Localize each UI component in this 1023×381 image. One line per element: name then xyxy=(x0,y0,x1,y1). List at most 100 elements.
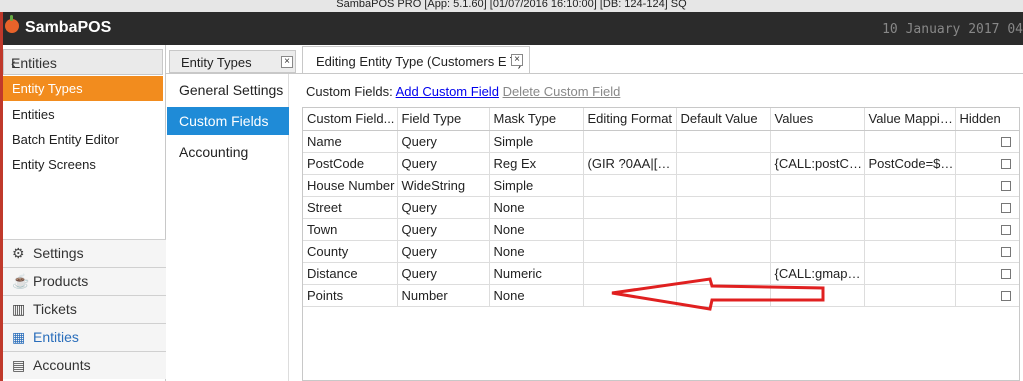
menu-item-batch-entity-editor[interactable]: Batch Entity Editor xyxy=(3,127,163,152)
grid-cell[interactable]: Number xyxy=(397,284,490,307)
grid-cell[interactable]: {CALL:gmaps.... xyxy=(770,262,865,285)
nav-entities[interactable]: ▦ Entities xyxy=(3,323,166,351)
grid-cell[interactable] xyxy=(583,262,677,285)
grid-cell[interactable]: Town xyxy=(303,218,398,241)
grid-cell[interactable] xyxy=(864,262,956,285)
column-header[interactable]: Mask Type xyxy=(489,108,584,131)
hidden-checkbox[interactable] xyxy=(1000,247,1011,258)
close-tab-editing-icon[interactable]: × xyxy=(511,54,523,66)
nav-tickets[interactable]: ▥ Tickets xyxy=(3,295,166,323)
hidden-checkbox[interactable] xyxy=(1000,181,1011,192)
grid-cell[interactable]: Query xyxy=(397,218,490,241)
table-row[interactable]: Street Query None xyxy=(303,196,1019,219)
grid-cell[interactable] xyxy=(864,284,956,307)
grid-cell[interactable] xyxy=(676,152,771,175)
grid-cell[interactable] xyxy=(583,196,677,219)
table-row[interactable]: Points Number None xyxy=(303,284,1019,307)
menu-item-entity-screens[interactable]: Entity Screens xyxy=(3,152,163,177)
grid-cell[interactable]: None xyxy=(489,284,584,307)
submenu-accounting[interactable]: Accounting xyxy=(167,138,289,166)
grid-cell[interactable] xyxy=(676,284,771,307)
grid-cell[interactable] xyxy=(583,218,677,241)
grid-cell[interactable]: Query xyxy=(397,196,490,219)
collapse-icon[interactable]: ‹ xyxy=(11,55,154,71)
grid-cell[interactable]: WideString xyxy=(397,174,490,197)
column-header[interactable]: Field Type xyxy=(397,108,490,131)
grid-cell[interactable] xyxy=(583,174,677,197)
table-row[interactable]: County Query None xyxy=(303,240,1019,263)
grid-cell[interactable] xyxy=(676,174,771,197)
grid-cell[interactable]: House Number xyxy=(303,174,398,197)
grid-cell[interactable] xyxy=(770,196,865,219)
grid-cell[interactable] xyxy=(583,130,677,153)
grid-cell[interactable] xyxy=(676,130,771,153)
column-header[interactable]: Value Mappin... xyxy=(864,108,956,131)
nav-accounts[interactable]: ▤ Accounts xyxy=(3,351,166,379)
grid-cell[interactable]: Name xyxy=(303,130,398,153)
grid-cell[interactable]: None xyxy=(489,196,584,219)
grid-cell[interactable]: (GIR ?0AA|[A-... xyxy=(583,152,677,175)
hidden-checkbox[interactable] xyxy=(1000,269,1011,280)
submenu-custom-fields[interactable]: Custom Fields xyxy=(167,107,289,135)
grid-cell[interactable]: Numeric xyxy=(489,262,584,285)
grid-cell[interactable] xyxy=(676,262,771,285)
table-row[interactable]: House Number WideString Simple xyxy=(303,174,1019,197)
tab-editing-entity-type[interactable]: Editing Entity Type (Customers E T) × xyxy=(302,46,530,74)
grid-cell[interactable] xyxy=(583,240,677,263)
grid-cell[interactable] xyxy=(676,196,771,219)
hidden-checkbox[interactable] xyxy=(1000,159,1011,170)
nav-settings[interactable]: ⚙ Settings xyxy=(3,239,166,267)
grid-cell[interactable] xyxy=(770,284,865,307)
menu-item-entity-types[interactable]: Entity Types xyxy=(3,76,163,101)
submenu-general-settings[interactable]: General Settings xyxy=(167,76,289,104)
grid-cell[interactable]: PostCode xyxy=(303,152,398,175)
column-header[interactable]: Default Value xyxy=(676,108,771,131)
grid-cell[interactable] xyxy=(676,218,771,241)
tab-entity-types[interactable]: Entity Types × xyxy=(169,50,296,73)
column-header[interactable]: Editing Format xyxy=(583,108,677,131)
nav-products[interactable]: ☕ Products xyxy=(3,267,166,295)
grid-cell[interactable] xyxy=(864,218,956,241)
menu-item-entities[interactable]: Entities xyxy=(3,102,163,127)
grid-cell[interactable]: Distance xyxy=(303,262,398,285)
delete-custom-field-link[interactable]: Delete Custom Field xyxy=(503,84,621,99)
grid-cell[interactable]: Query xyxy=(397,130,490,153)
column-header[interactable]: Values xyxy=(770,108,865,131)
column-header[interactable]: Hidden xyxy=(955,108,1019,131)
table-row[interactable]: Name Query Simple xyxy=(303,130,1019,153)
grid-cell[interactable]: PostCode=$1... xyxy=(864,152,956,175)
grid-cell[interactable] xyxy=(583,284,677,307)
grid-cell[interactable]: None xyxy=(489,240,584,263)
add-custom-field-link[interactable]: Add Custom Field xyxy=(396,84,499,99)
grid-cell[interactable] xyxy=(864,130,956,153)
grid-cell[interactable]: Query xyxy=(397,152,490,175)
grid-cell[interactable] xyxy=(864,196,956,219)
grid-cell[interactable] xyxy=(770,130,865,153)
grid-cell[interactable]: County xyxy=(303,240,398,263)
grid-cell[interactable]: Query xyxy=(397,240,490,263)
grid-cell[interactable] xyxy=(676,240,771,263)
hidden-checkbox[interactable] xyxy=(1000,291,1011,302)
table-row[interactable]: Town Query None xyxy=(303,218,1019,241)
grid-cell[interactable]: Simple xyxy=(489,130,584,153)
grid-cell[interactable]: None xyxy=(489,218,584,241)
grid-cell[interactable] xyxy=(864,174,956,197)
close-tab-entity-types-icon[interactable]: × xyxy=(281,56,293,68)
hidden-checkbox[interactable] xyxy=(1000,203,1011,214)
grid-cell[interactable]: Points xyxy=(303,284,398,307)
hidden-checkbox[interactable] xyxy=(1000,225,1011,236)
grid-cell[interactable] xyxy=(770,174,865,197)
grid-cell[interactable]: Street xyxy=(303,196,398,219)
grid-cell[interactable]: Simple xyxy=(489,174,584,197)
grid-cell[interactable]: {CALL:postCo... xyxy=(770,152,865,175)
table-row[interactable]: PostCode Query Reg Ex (GIR ?0AA|[A-... {CALL… xyxy=(303,152,1019,175)
column-header[interactable]: Custom Field... xyxy=(303,108,398,131)
table-row[interactable]: Distance Query Numeric {CALL:gmaps.... xyxy=(303,262,1019,285)
grid-cell[interactable] xyxy=(770,218,865,241)
grid-cell[interactable] xyxy=(864,240,956,263)
brand-name: SambaPOS xyxy=(25,19,112,36)
grid-cell[interactable]: Reg Ex xyxy=(489,152,584,175)
grid-cell[interactable] xyxy=(770,240,865,263)
hidden-checkbox[interactable] xyxy=(1000,137,1011,148)
grid-cell[interactable]: Query xyxy=(397,262,490,285)
